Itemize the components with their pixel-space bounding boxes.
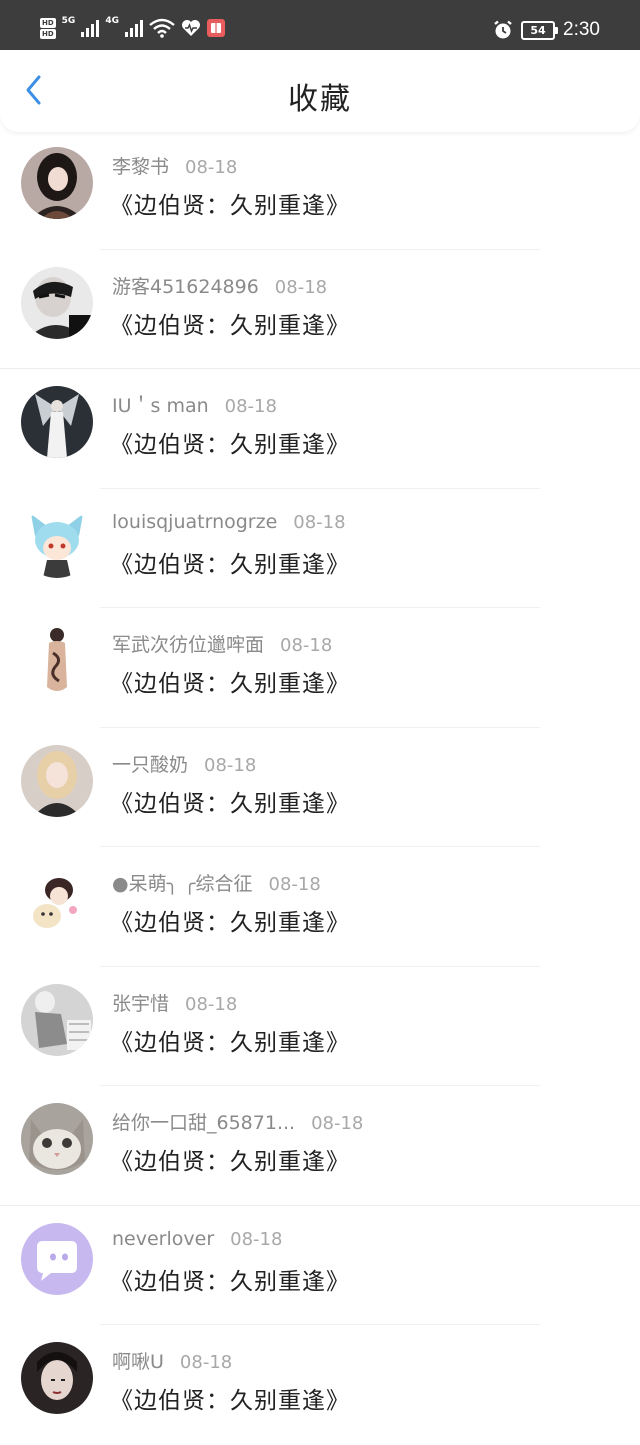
signal-icon-2 (124, 19, 143, 37)
list-item[interactable]: 一只酸奶 08-18 《边伯贤：久别重逢》 (0, 728, 640, 847)
avatar-image (21, 266, 93, 339)
avatar-image (21, 505, 93, 578)
username[interactable]: 李黎书 (112, 156, 169, 178)
post-title[interactable]: 《边伯贤：久别重逢》 (110, 306, 350, 340)
username[interactable]: 张宇惜 (112, 993, 169, 1015)
avatar[interactable] (21, 983, 93, 1056)
list-item[interactable]: ●呆萌╮ ╭综合征 08-18 《边伯贤：久别重逢》 (0, 847, 640, 967)
favorites-list: 李黎书 08-18 《边伯贤：久别重逢》 游客451624896 08-18 《边伯… (0, 130, 640, 1445)
status-bar: HD HD 5G 4G 54 2:30 (0, 0, 640, 50)
hd-indicator: HD HD (40, 17, 56, 39)
app-notification-icon (206, 19, 225, 37)
post-title[interactable]: 《边伯贤：久别重逢》 (110, 425, 350, 459)
post-date: 08-18 (185, 157, 238, 178)
clock: 2:30 (563, 19, 600, 40)
avatar[interactable] (21, 1103, 93, 1175)
username[interactable]: 一只酸奶 (112, 754, 188, 776)
wifi-icon (149, 18, 175, 38)
list-item[interactable]: 李黎书 08-18 《边伯贤：久别重逢》 (0, 130, 640, 250)
item-meta: ●呆萌╮ ╭综合征 08-18 (112, 869, 321, 896)
post-date: 08-18 (293, 511, 346, 533)
item-meta: IU＇s man 08-18 (112, 391, 277, 418)
avatar-image (21, 983, 93, 1056)
signal-icon (81, 19, 100, 37)
list-item[interactable]: IU＇s man 08-18 《边伯贤：久别重逢》 (0, 369, 640, 489)
item-meta: 李黎书 08-18 (112, 152, 237, 179)
status-left: HD HD 5G 4G (40, 16, 225, 40)
post-date: 08-18 (268, 874, 321, 895)
network-4g-label: 4G (105, 16, 119, 26)
avatar[interactable] (21, 266, 93, 339)
avatar[interactable] (21, 864, 93, 936)
avatar[interactable] (21, 625, 93, 697)
item-meta: 军武次彷位邋哰面 08-18 (112, 630, 332, 657)
avatar[interactable] (21, 386, 93, 458)
item-meta: 一只酸奶 08-18 (112, 750, 256, 777)
item-meta: 游客451624896 08-18 (112, 272, 327, 299)
username[interactable]: louisqjuatrnogrze (112, 511, 277, 533)
post-title[interactable]: 《边伯贤：久别重逢》 (110, 1023, 350, 1057)
item-meta: 给你一口甜_65871... 08-18 (112, 1108, 363, 1135)
username[interactable]: 给你一口甜_65871... (112, 1112, 295, 1134)
heart-icon (181, 20, 200, 36)
username[interactable]: 游客451624896 (112, 276, 259, 298)
hd-badge-2: HD (40, 28, 56, 39)
post-title[interactable]: 《边伯贤：久别重逢》 (110, 664, 350, 698)
avatar-image (21, 386, 93, 458)
alarm-icon (494, 20, 512, 39)
list-item[interactable]: 军武次彷位邋哰面 08-18 《边伯贤：久别重逢》 (0, 608, 640, 728)
avatar[interactable] (21, 147, 93, 219)
username[interactable]: neverlover (112, 1228, 214, 1250)
status-right: 54 2:30 (493, 15, 600, 45)
post-date: 08-18 (179, 1352, 233, 1373)
username[interactable]: 啊啾U (112, 1351, 164, 1373)
avatar-image (21, 1222, 93, 1295)
list-item[interactable]: 游客451624896 08-18 《边伯贤：久别重逢》 (0, 250, 640, 369)
post-date: 08-18 (274, 276, 328, 298)
post-date: 08-18 (311, 1113, 364, 1134)
username[interactable]: IU＇s man (112, 395, 209, 417)
post-title[interactable]: 《边伯贤：久别重逢》 (110, 784, 350, 818)
avatar[interactable] (21, 1222, 93, 1295)
post-date: 08-18 (185, 993, 238, 1015)
post-title[interactable]: 《边伯贤：久别重逢》 (110, 903, 350, 937)
avatar[interactable] (21, 1342, 93, 1414)
item-meta: louisqjuatrnogrze 08-18 (112, 511, 346, 533)
post-title[interactable]: 《边伯贤：久别重逢》 (110, 186, 350, 220)
list-item[interactable]: 张宇惜 08-18 《边伯贤：久别重逢》 (0, 967, 640, 1086)
avatar-image (21, 864, 93, 936)
list-item[interactable]: louisqjuatrnogrze 08-18 《边伯贤：久别重逢》 (0, 489, 640, 608)
username[interactable]: ●呆萌╮ ╭综合征 (112, 873, 253, 895)
app-header: 收藏 (0, 50, 640, 132)
item-meta: 啊啾U 08-18 (112, 1347, 232, 1374)
post-title[interactable]: 《边伯贤：久别重逢》 (110, 1142, 350, 1176)
avatar-image (21, 147, 93, 219)
username[interactable]: 军武次彷位邋哰面 (112, 634, 264, 656)
battery-icon: 54 (521, 20, 559, 40)
avatar-image (21, 1103, 93, 1175)
post-date: 08-18 (280, 635, 333, 656)
list-item[interactable]: 啊啾U 08-18 《边伯贤：久别重逢》 (0, 1325, 640, 1445)
post-title[interactable]: 《边伯贤：久别重逢》 (110, 1262, 350, 1296)
item-meta: neverlover 08-18 (112, 1228, 282, 1250)
post-title[interactable]: 《边伯贤：久别重逢》 (110, 545, 350, 579)
avatar[interactable] (21, 744, 93, 817)
list-item[interactable]: 给你一口甜_65871... 08-18 《边伯贤：久别重逢》 (0, 1086, 640, 1206)
post-date: 08-18 (224, 396, 277, 417)
avatar-image (21, 1342, 93, 1414)
hd-badge-1: HD (40, 17, 56, 28)
post-date: 08-18 (230, 1228, 283, 1250)
item-meta: 张宇惜 08-18 (112, 989, 237, 1016)
list-item[interactable]: neverlover 08-18 《边伯贤：久别重逢》 (0, 1206, 640, 1325)
post-title[interactable]: 《边伯贤：久别重逢》 (110, 1381, 350, 1415)
post-date: 08-18 (204, 754, 257, 776)
avatar[interactable] (21, 505, 93, 578)
network-5g-label: 5G (61, 16, 76, 26)
avatar-image (21, 625, 93, 697)
avatar-image (21, 744, 93, 817)
page-title: 收藏 (288, 82, 352, 117)
